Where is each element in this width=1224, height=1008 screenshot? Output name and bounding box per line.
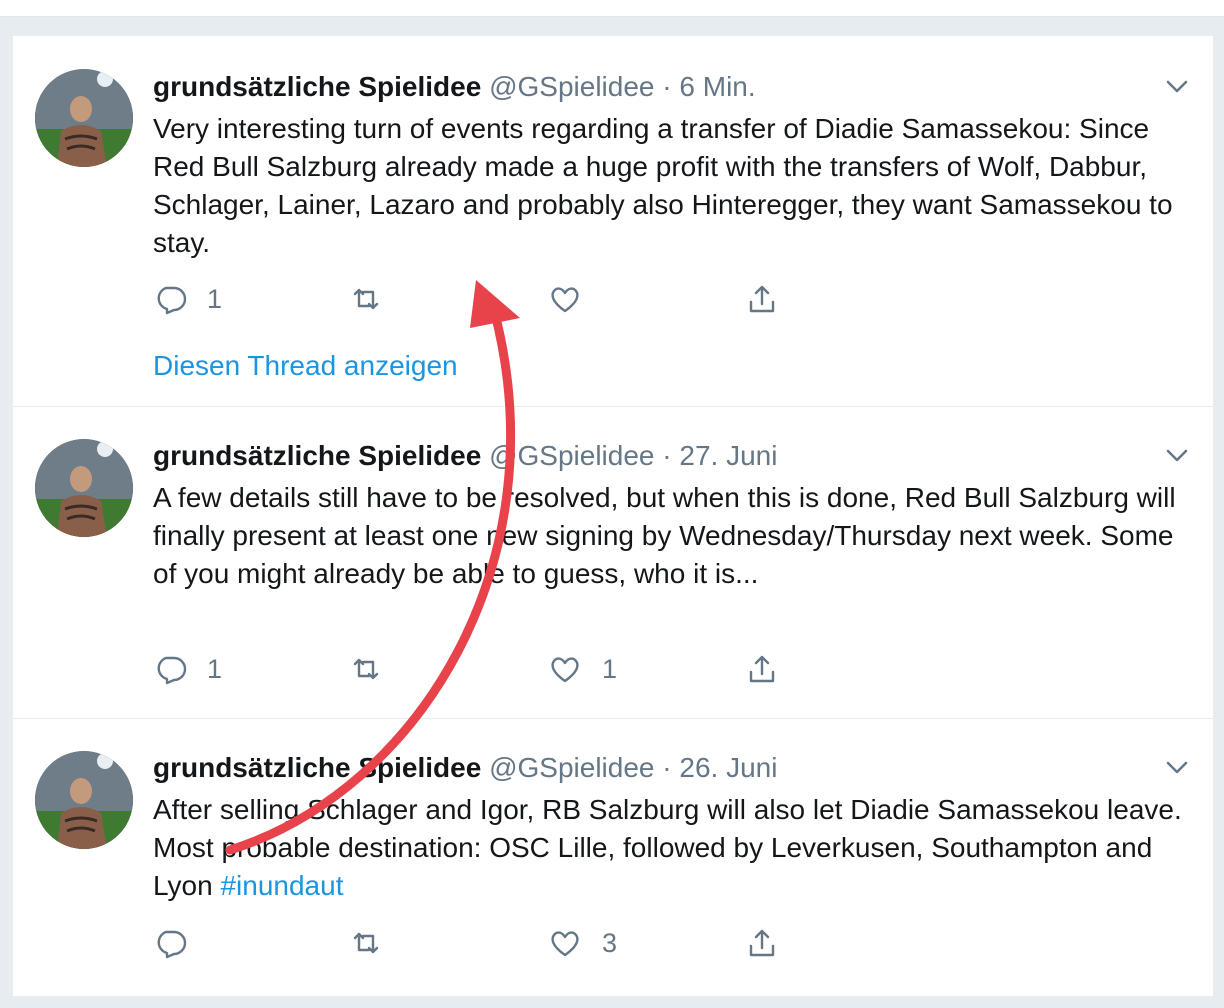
retweet-icon — [353, 288, 379, 310]
hashtag-link[interactable]: #inundaut — [220, 870, 343, 901]
heart-icon — [551, 287, 579, 313]
share-button[interactable] — [745, 923, 779, 963]
tweet-actions: 1 — [153, 279, 853, 319]
tweet-header: grundsätzliche Spielidee @GSpielidee · 2… — [153, 439, 777, 473]
reply-button[interactable]: 1 — [153, 279, 222, 319]
reply-icon — [157, 286, 187, 315]
heart-icon — [551, 657, 579, 683]
avatar-image — [35, 439, 133, 537]
chevron-down-icon[interactable] — [1163, 753, 1191, 781]
retweet-icon — [353, 658, 379, 680]
tweet[interactable]: grundsätzliche Spielidee @GSpielidee · 2… — [13, 718, 1213, 1008]
avatar-image — [35, 69, 133, 167]
reply-icon — [157, 656, 187, 685]
share-icon — [749, 929, 775, 957]
reply-button[interactable] — [153, 923, 207, 963]
reply-button[interactable]: 1 — [153, 649, 222, 689]
share-button[interactable] — [745, 279, 779, 319]
avatar-image — [35, 751, 133, 849]
like-button[interactable]: 1 — [548, 649, 617, 689]
chevron-down-icon[interactable] — [1163, 441, 1191, 469]
avatar[interactable] — [35, 69, 133, 167]
retweet-button[interactable] — [349, 923, 383, 963]
reply-count: 1 — [207, 653, 223, 684]
reply-icon — [157, 930, 187, 959]
like-count: 1 — [602, 653, 618, 684]
avatar[interactable] — [35, 751, 133, 849]
user-handle[interactable]: @GSpielidee — [489, 440, 654, 471]
tweet-actions: 3 — [153, 923, 853, 963]
tweet-text: Very interesting turn of events regardin… — [153, 113, 1173, 258]
like-button[interactable]: 3 — [548, 923, 617, 963]
retweet-button[interactable] — [349, 649, 383, 689]
like-count: 3 — [602, 927, 618, 958]
heart-icon — [551, 931, 579, 957]
user-handle[interactable]: @GSpielidee — [489, 71, 654, 102]
like-button[interactable] — [548, 279, 602, 319]
tweet-header: grundsätzliche Spielidee @GSpielidee · 2… — [153, 751, 777, 785]
display-name[interactable]: grundsätzliche Spielidee — [153, 752, 481, 783]
tweet-header: grundsätzliche Spielidee @GSpielidee · 6… — [153, 70, 756, 104]
display-name[interactable]: grundsätzliche Spielidee — [153, 71, 481, 102]
timeline: grundsätzliche Spielidee @GSpielidee · 6… — [12, 36, 1214, 996]
tweet[interactable]: grundsätzliche Spielidee @GSpielidee · 2… — [13, 406, 1213, 719]
separator: · — [662, 752, 672, 783]
tweet-actions: 1 1 — [153, 649, 853, 689]
share-icon — [749, 285, 775, 313]
share-icon — [749, 655, 775, 683]
tweet-text: A few details still have to be resolved,… — [153, 482, 1176, 589]
separator: · — [662, 440, 672, 471]
display-name[interactable]: grundsätzliche Spielidee — [153, 440, 481, 471]
tweet-text: After selling Schlager and Igor, RB Salz… — [153, 791, 1193, 905]
top-bar — [0, 0, 1224, 17]
user-handle[interactable]: @GSpielidee — [489, 752, 654, 783]
show-thread-link[interactable]: Diesen Thread anzeigen — [153, 350, 458, 382]
chevron-down-icon[interactable] — [1163, 72, 1191, 100]
timestamp[interactable]: 26. Juni — [679, 752, 777, 783]
retweet-button[interactable] — [349, 279, 383, 319]
timestamp[interactable]: 27. Juni — [679, 440, 777, 471]
avatar[interactable] — [35, 439, 133, 537]
timestamp[interactable]: 6 Min. — [679, 71, 755, 102]
retweet-icon — [353, 932, 379, 954]
share-button[interactable] — [745, 649, 779, 689]
separator: · — [662, 71, 672, 102]
tweet[interactable]: grundsätzliche Spielidee @GSpielidee · 6… — [13, 36, 1213, 407]
reply-count: 1 — [207, 283, 223, 314]
